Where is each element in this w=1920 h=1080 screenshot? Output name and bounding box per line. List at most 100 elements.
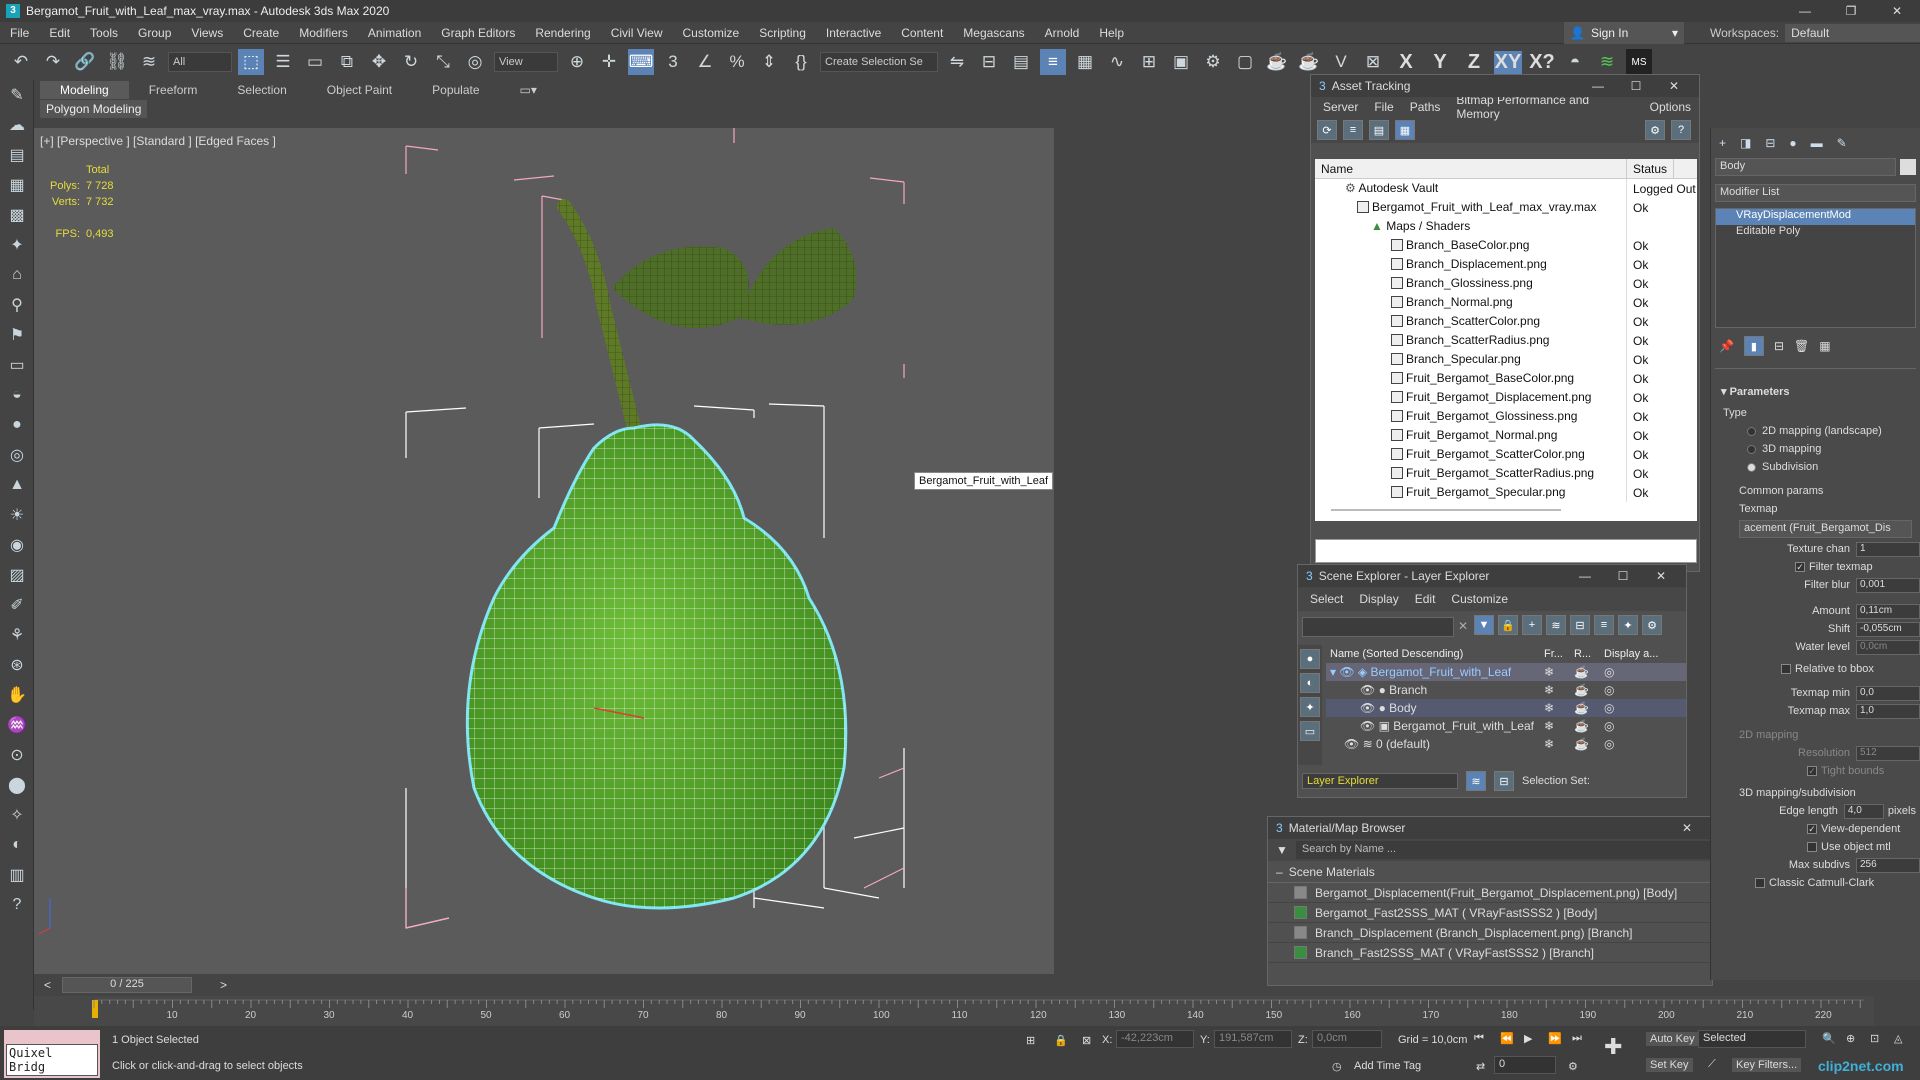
column-renderable[interactable]: R... [1574,648,1604,660]
orbit-icon[interactable]: ⊙ [0,740,34,770]
menu-animation[interactable]: Animation [358,26,431,40]
menu-civil-view[interactable]: Civil View [601,26,673,40]
tight-bounds-checkbox[interactable]: ✓ [1807,766,1817,776]
make-unique-icon[interactable]: ⊟ [1774,339,1784,353]
vault-icon[interactable]: ⚙ [1645,120,1665,140]
layer-explorer-icon[interactable]: ≡ [1040,49,1066,75]
layers-icon[interactable]: ≋ [1594,49,1620,75]
schematic-view-icon[interactable]: ⊞ [1136,49,1162,75]
ribbon-toggle-icon[interactable]: ▦ [1072,49,1098,75]
ribbon-options-icon[interactable]: ▭▾ [500,81,557,99]
maximize-button[interactable]: ☐ [1617,75,1655,97]
table-row[interactable]: Fruit_Bergamot_ScatterRadius.png Ok [1315,464,1697,483]
render-setup-icon[interactable]: ⚙ [1200,49,1226,75]
bones-icon[interactable]: ⚑ [0,320,34,350]
align-icon[interactable]: ⊟ [976,49,1002,75]
amount-spinner[interactable]: 0,11cm [1856,603,1920,619]
maximize-button[interactable]: ❐ [1828,0,1874,22]
workspaces-dropdown[interactable]: Default [1785,24,1920,42]
table-row[interactable]: Branch_BaseColor.png Ok [1315,236,1697,255]
set-key-icon[interactable]: ✚ [1604,1034,1622,1060]
column-display[interactable]: Display a... [1604,648,1658,660]
render-iterative-icon[interactable]: ☕ [1296,49,1322,75]
refresh-icon[interactable]: ⟳ [1317,120,1337,140]
menu-options[interactable]: Options [1642,100,1699,114]
grid-icon[interactable]: ▩ [0,200,34,230]
edge-length-spinner[interactable]: 4,0 [1843,803,1884,819]
window-crossing-icon[interactable]: ⧉ [334,49,360,75]
menu-edit[interactable]: Edit [39,26,80,40]
tree-item[interactable]: ▾ 👁 ◈ Bergamot_Fruit_with_Leaf ❄ ☕ ◎ [1326,663,1686,681]
chevron-down-icon[interactable]: ▼ [1276,843,1288,857]
bind-spacewarp-icon[interactable]: ≋ [136,49,162,75]
paint-icon[interactable]: ✐ [0,590,34,620]
close-button[interactable]: ✕ [1642,565,1680,587]
link-icon[interactable]: 🔗 [72,49,98,75]
selection-lock-icon[interactable]: 🔒 [1054,1034,1068,1047]
ref-coord-dropdown[interactable]: View [494,52,558,72]
go-to-end-icon[interactable]: ⏭ [1572,1032,1582,1045]
hierarchy-tab-icon[interactable]: ⊟ [1765,136,1775,150]
torus-icon[interactable]: ◎ [0,440,34,470]
axis-y-button[interactable]: Y [1426,51,1454,74]
table-row[interactable]: ▲ Maps / Shaders [1315,217,1697,236]
menu-content[interactable]: Content [891,26,953,40]
polygon-modeling-panel[interactable]: Polygon Modeling [40,100,148,118]
asset-path-field[interactable] [1315,539,1697,563]
modifier-item[interactable]: VRayDisplacementMod [1716,209,1915,225]
add-selected-icon[interactable]: ≋ [1546,615,1566,635]
explorer-type-dropdown[interactable]: Layer Explorer [1302,773,1458,789]
snap-toggle-icon[interactable]: 3 [660,49,686,75]
display-lights-icon[interactable]: ✦ [1300,697,1320,717]
maximize-button[interactable]: ☐ [1604,565,1642,587]
show-end-result-icon[interactable]: ▮ [1743,336,1764,356]
create-tab-icon[interactable]: + [1719,136,1726,150]
filter-icon[interactable]: ▼ [1474,615,1494,635]
pin-stack-icon[interactable]: 📌 [1719,339,1734,353]
placement-icon[interactable]: ◎ [462,49,488,75]
time-config-icon[interactable]: ⚙ [1568,1060,1578,1073]
scene-search-input[interactable] [1302,617,1454,637]
lock-icon[interactable]: 🔒 [1498,615,1518,635]
menu-create[interactable]: Create [233,26,289,40]
menu-group[interactable]: Group [128,26,181,40]
move-icon[interactable]: ✥ [366,49,392,75]
absolute-mode-icon[interactable]: ⊠ [1082,1034,1091,1047]
menu-views[interactable]: Views [181,26,233,40]
sphere-icon[interactable]: ◒ [0,380,34,410]
texture-chan-spinner[interactable]: 1 [1856,541,1920,557]
highlight-icon[interactable]: ✦ [1618,615,1638,635]
edit-named-sets-icon[interactable]: {} [788,49,814,75]
remove-modifier-icon[interactable]: 🗑 [1794,339,1809,353]
leaves[interactable] [612,228,857,328]
tab-object-paint[interactable]: Object Paint [307,81,412,99]
time-slider[interactable]: < 0 / 225 > [34,974,1054,996]
box-icon[interactable]: ▭ [0,350,34,380]
scene-explorer-icon[interactable]: ▤ [1008,49,1034,75]
undo-icon[interactable]: ↶ [8,49,34,75]
utilities-tab-icon[interactable]: ✎ [1837,136,1847,150]
tab-populate[interactable]: Populate [412,81,499,99]
y-coordinate-field[interactable]: 191,587cm [1214,1030,1292,1048]
close-button[interactable]: ✕ [1668,817,1706,839]
table-row[interactable]: Branch_Normal.png Ok [1315,293,1697,312]
spray-icon[interactable]: ⚘ [0,620,34,650]
resolution-spinner[interactable]: 512 [1856,745,1920,761]
object-color-swatch[interactable] [1900,159,1916,175]
z-coordinate-field[interactable]: 0,0cm [1312,1030,1382,1048]
redo-icon[interactable]: ↷ [40,49,66,75]
menu-interactive[interactable]: Interactive [816,26,891,40]
filter-texmap-checkbox[interactable]: ✓ [1795,562,1805,572]
select-object-icon[interactable]: ⬚ [238,49,264,75]
axis-z-button[interactable]: Z [1460,51,1488,74]
zoom-all-icon[interactable]: ⊕ [1846,1032,1855,1045]
set-key-button[interactable]: Set Key [1646,1058,1693,1072]
clear-icon[interactable]: ✕ [1458,619,1468,633]
go-to-start-icon[interactable]: ⏮ [1474,1032,1484,1045]
quixel-bridge-field[interactable]: Quixel Bridg [4,1030,100,1078]
menu-arnold[interactable]: Arnold [1035,26,1090,40]
timeline-track[interactable]: 10 20 30 40 50 60 70 80 90 100 110 120 130 140 150 160 1… [34,996,1874,1026]
prev-frame-icon[interactable]: < [44,978,51,992]
table-row[interactable]: Fruit_Bergamot_Normal.png Ok [1315,426,1697,445]
table-row[interactable]: Fruit_Bergamot_Specular.png Ok [1315,483,1697,502]
